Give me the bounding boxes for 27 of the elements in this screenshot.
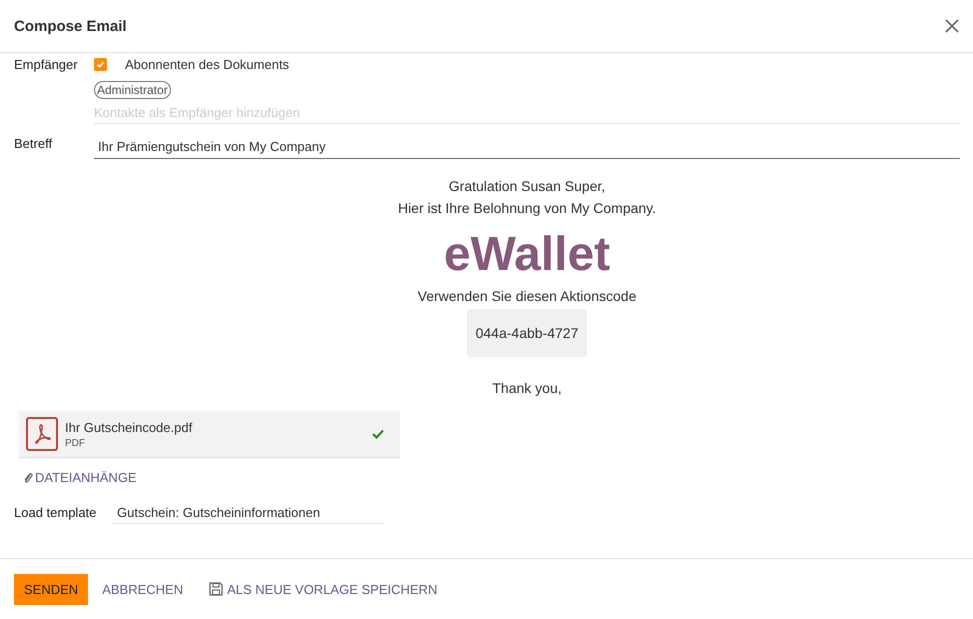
checkmark-icon [96,60,105,68]
intro-text: Hier ist Ihre Belohnung von My Company. [398,199,656,218]
pdf-icon [26,417,58,451]
checkbox-label: Abonnenten des Dokuments [125,56,290,72]
field-label: Betreff [14,136,54,151]
attachment-type: PDF [65,438,86,448]
dialog-title: Compose Email [14,18,127,34]
checkbox[interactable] [94,58,107,70]
save-template-button[interactable]: ALS NEUE VORLAGE SPEICHERN [209,582,438,596]
attach-button[interactable]: DATEIANHÄNGE [23,470,137,485]
attachment-card[interactable]: Ihr Gutscheincode.pdf PDF [19,411,400,458]
subject-field[interactable]: Ihr Prämiengutschein von My Company [94,136,960,159]
field-label: Empfänger [14,57,79,74]
code-label: Verwenden Sie diesen Aktionscode [418,287,636,306]
save-icon [209,582,224,596]
recipient-tag[interactable]: Administrator [94,81,171,99]
template-field[interactable]: Gutschein: Gutscheininformationen [113,501,383,524]
cancel-button[interactable]: ABBRECHEN [102,582,184,596]
promo-code: 044a-4abb-4727 [466,309,588,357]
greeting-text: Gratulation Susan Super, [448,177,606,196]
close-icon[interactable] [943,17,961,35]
headline: eWallet [444,227,610,283]
attachment-name: Ihr Gutscheincode.pdf [65,420,194,434]
send-button[interactable]: SENDEN [14,574,88,604]
field-label: Load template [14,505,98,520]
closing-text: Thank you, [492,379,562,398]
paperclip-icon [23,472,33,484]
